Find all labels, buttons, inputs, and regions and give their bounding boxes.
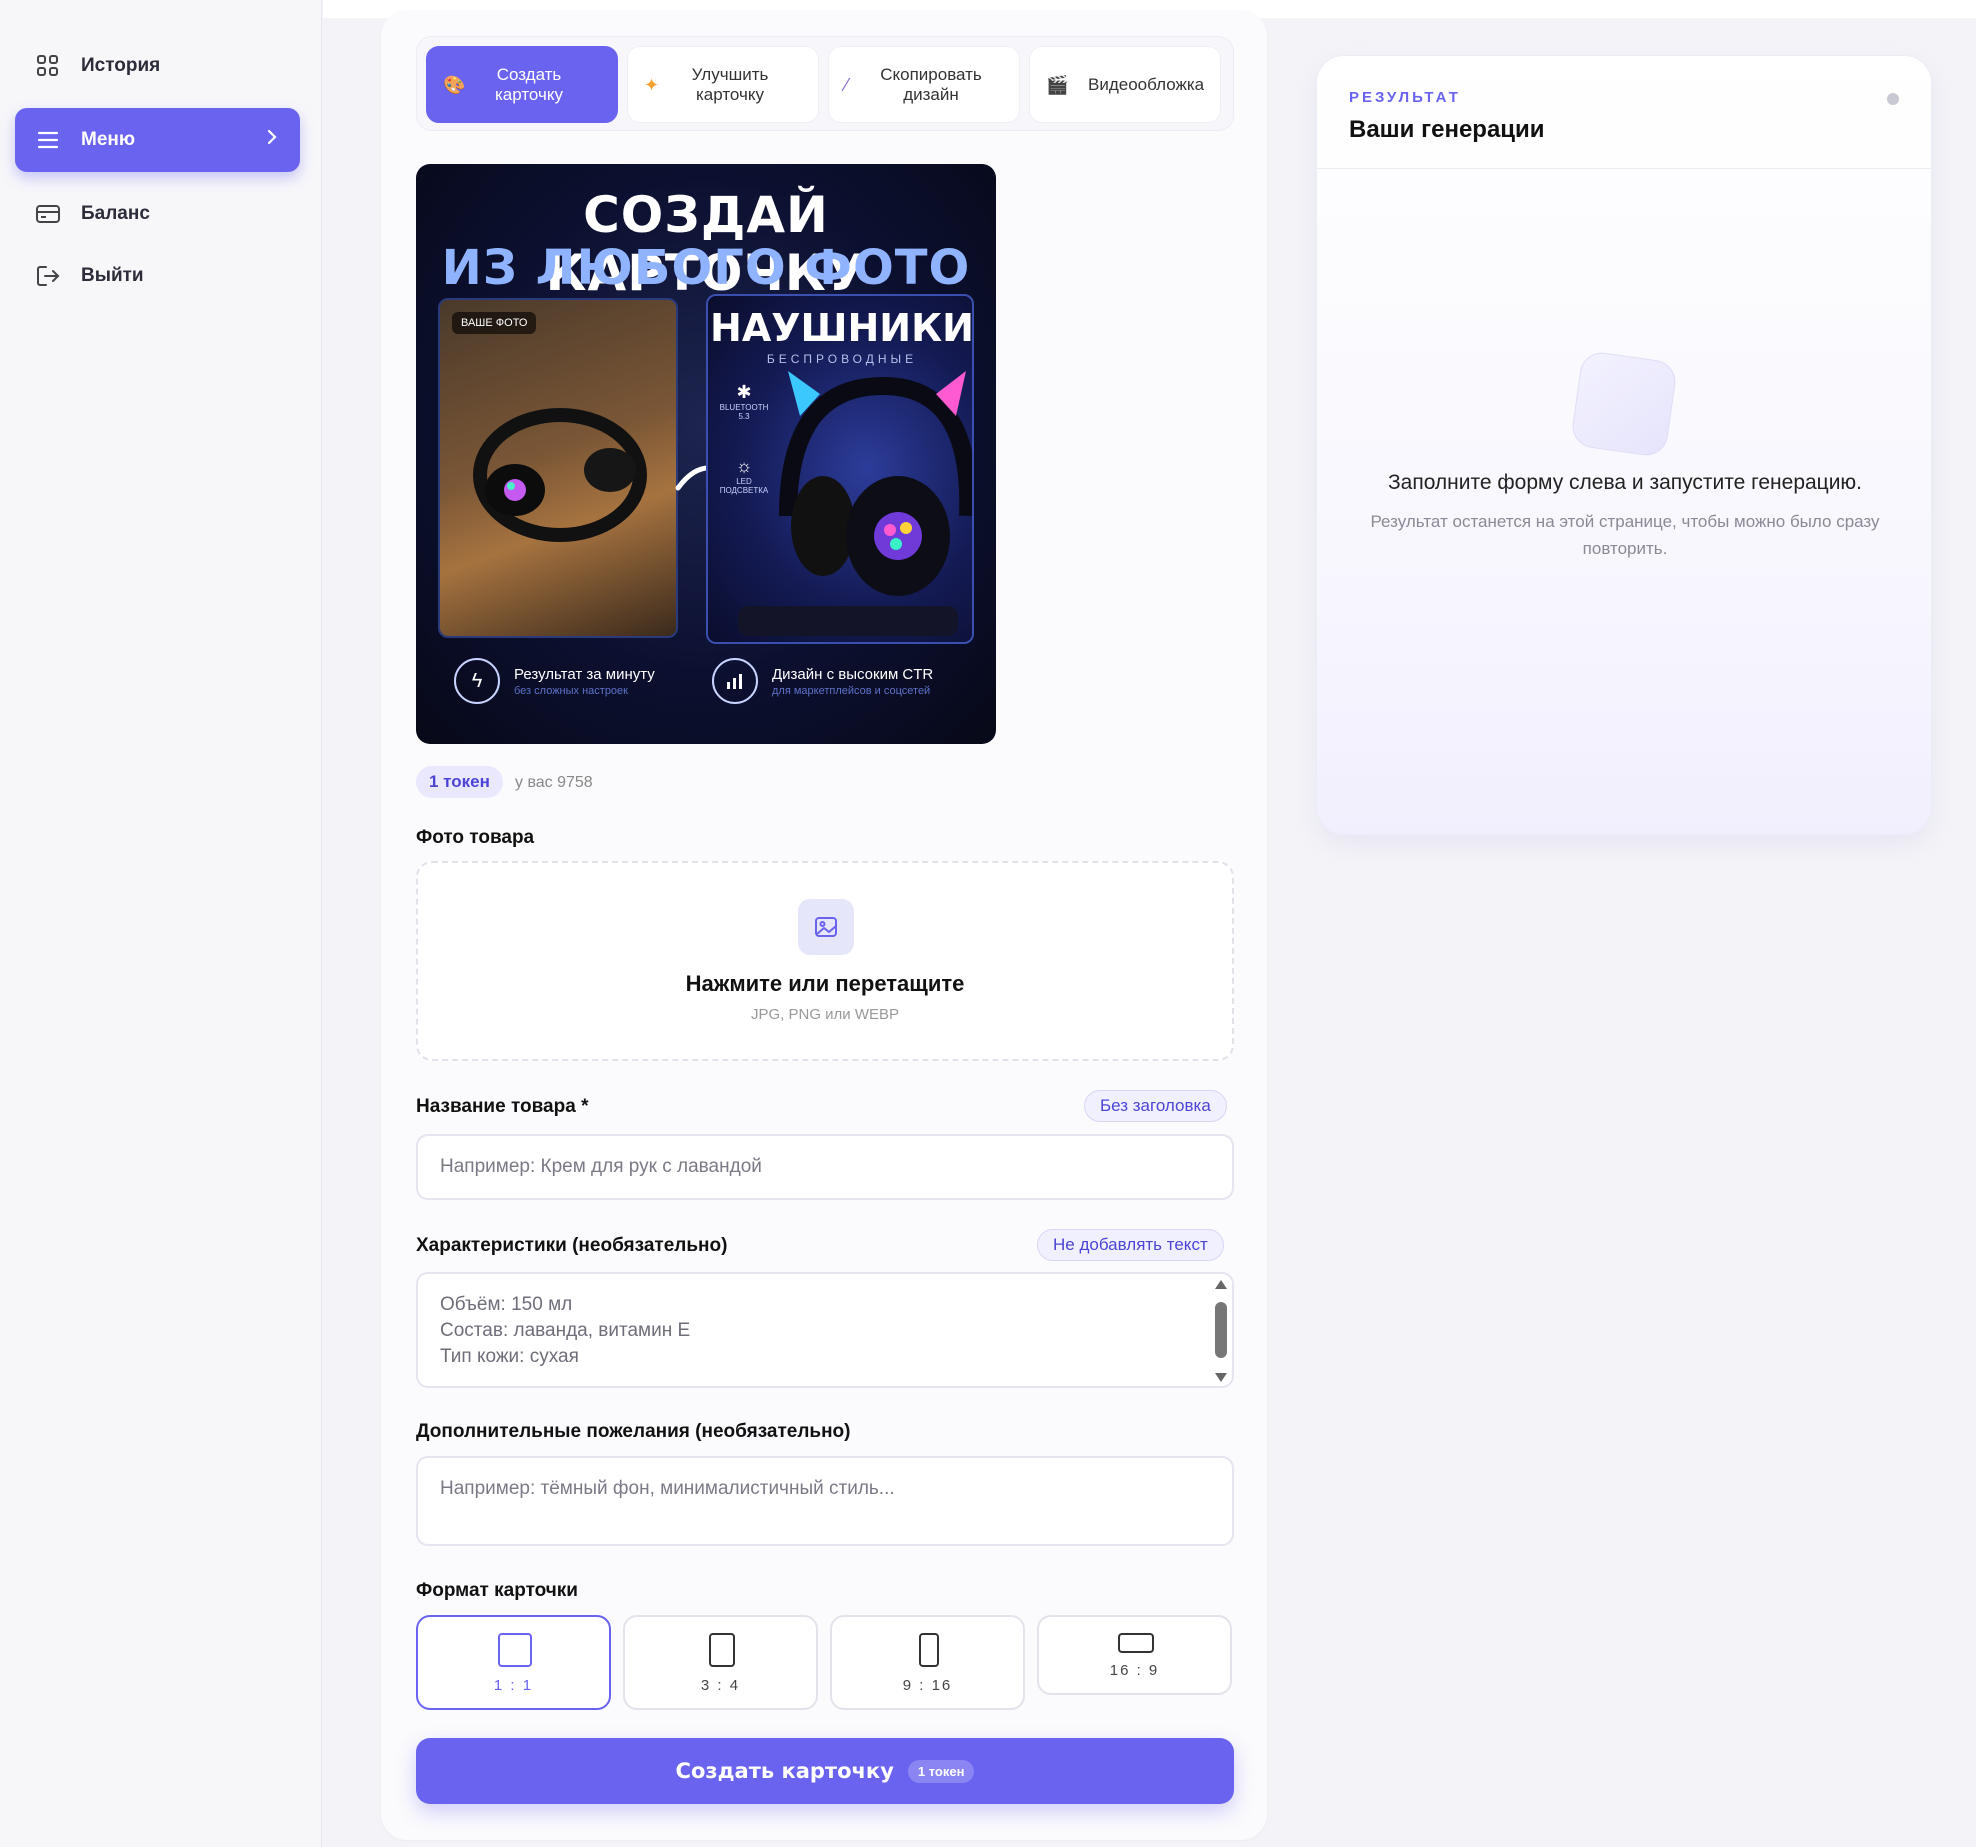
feature-ctr: Дизайн с высоким CTR для маркетплейсов и… — [712, 658, 933, 704]
specs-line: Объём: 150 мл — [440, 1294, 573, 1315]
example-preview-image: СОЗДАЙ КАРТОЧКУ ИЗ ЛЮБОГО ФОТО ВАШЕ ФОТО… — [416, 164, 996, 744]
format-option-9-16[interactable]: 9 : 16 — [830, 1615, 1025, 1710]
headphones-photo-icon — [473, 408, 647, 542]
preview-title-line2: ИЗ ЛЮБОГО ФОТО — [441, 240, 971, 296]
product-name-input[interactable] — [416, 1134, 1234, 1200]
sidebar-item-balance[interactable]: Баланс — [15, 182, 300, 246]
landscape-icon — [1118, 1633, 1154, 1653]
result-panel: РЕЗУЛЬТАТ Ваши генерации Заполните форму… — [1316, 55, 1932, 835]
textarea-scrollbar[interactable] — [1214, 1280, 1228, 1382]
scroll-down-icon[interactable] — [1215, 1373, 1227, 1382]
specs-line: Тип кожи: сухая — [440, 1346, 579, 1367]
preview-original-photo: ВАШЕ ФОТО — [438, 298, 678, 638]
scroll-up-icon[interactable] — [1215, 1280, 1227, 1289]
portrait-icon — [709, 1633, 735, 1667]
sidebar-item-label: Баланс — [81, 203, 150, 224]
token-balance: у вас 9758 — [515, 774, 593, 791]
sparkle-icon: ✦ — [644, 75, 660, 95]
photo-dropzone[interactable]: Нажмите или перетащите JPG, PNG или WEBP — [416, 861, 1234, 1061]
palette-icon: 🎨 — [443, 75, 466, 95]
no-title-chip[interactable]: Без заголовка — [1084, 1090, 1227, 1122]
grid-icon — [35, 53, 61, 79]
format-option-16-9[interactable]: 16 : 9 — [1037, 1615, 1232, 1695]
mode-tabs: 🎨 Создать карточку ✦ Улучшить карточку ⁄… — [416, 36, 1234, 131]
sidebar-item-label: История — [81, 55, 161, 76]
tall-portrait-icon — [919, 1633, 939, 1667]
empty-sub-message: Результат останется на этой странице, чт… — [1370, 512, 1880, 558]
tab-copy-design[interactable]: ⁄ Скопировать дизайн — [828, 46, 1020, 123]
chart-icon — [712, 658, 758, 704]
specs-textarea[interactable]: Объём: 150 мл Состав: лаванда, витамин E… — [416, 1272, 1234, 1388]
empty-message: Заполните форму слева и запустите генера… — [1387, 471, 1863, 494]
sidebar-item-menu[interactable]: Меню — [15, 108, 300, 172]
card-icon — [35, 201, 61, 227]
sidebar-item-logout[interactable]: Выйти — [15, 244, 300, 308]
headphones-render-icon — [738, 371, 972, 636]
tab-improve-card[interactable]: ✦ Улучшить карточку — [627, 46, 819, 123]
dropzone-title: Нажмите или перетащите — [685, 971, 965, 996]
status-dot — [1887, 93, 1899, 105]
specs-line: Состав: лаванда, витамин E — [440, 1320, 691, 1341]
empty-placeholder-icon — [1569, 349, 1679, 459]
dropzone-formats: JPG, PNG или WEBP — [750, 1006, 900, 1023]
logout-icon — [35, 263, 61, 289]
photo-label: Фото товара — [416, 827, 535, 848]
specs-label: Характеристики (необязательно) — [416, 1235, 728, 1256]
format-option-3-4[interactable]: 3 : 4 — [623, 1615, 818, 1710]
result-kicker: РЕЗУЛЬТАТ — [1349, 89, 1461, 106]
create-card-button[interactable]: Создать карточку 1 токен — [416, 1738, 1234, 1804]
image-icon — [798, 899, 854, 955]
sidebar-item-label: Меню — [81, 129, 136, 150]
sidebar-item-label: Выйти — [81, 265, 144, 286]
clapper-icon: 🎬 — [1046, 75, 1069, 95]
tab-create-card[interactable]: 🎨 Создать карточку — [426, 46, 618, 123]
feature-speed: ϟ Результат за минуту без сложных настро… — [454, 658, 655, 704]
no-text-chip[interactable]: Не добавлять текст — [1037, 1229, 1224, 1261]
wishes-textarea[interactable] — [416, 1456, 1234, 1546]
lightning-icon: ϟ — [454, 658, 500, 704]
tab-video-cover[interactable]: 🎬 Видеообложка — [1029, 46, 1221, 123]
divider — [1317, 168, 1931, 169]
submit-token-badge: 1 токен — [907, 1759, 975, 1783]
format-option-1-1[interactable]: 1 : 1 — [416, 1615, 611, 1710]
wishes-label: Дополнительные пожелания (необязательно) — [416, 1421, 851, 1442]
preview-result-card: НАУШНИКИ БЕСПРОВОДНЫЕ ✱ BLUETOOTH 5.3 ☼ … — [706, 294, 974, 644]
sidebar-item-history[interactable]: История — [15, 34, 300, 98]
product-name-label: Название товара * — [416, 1096, 589, 1117]
magic-wand-icon: ⁄ — [845, 75, 849, 95]
square-icon — [498, 1633, 532, 1667]
chevron-right-icon — [266, 128, 278, 152]
sidebar: История Меню Баланс Выйти — [0, 0, 322, 1847]
result-title: Ваши генерации — [1349, 116, 1545, 143]
menu-icon — [35, 127, 61, 153]
format-label: Формат карточки — [416, 1580, 578, 1601]
token-cost-badge: 1 токен — [416, 766, 503, 798]
scroll-thumb[interactable] — [1215, 1302, 1227, 1358]
